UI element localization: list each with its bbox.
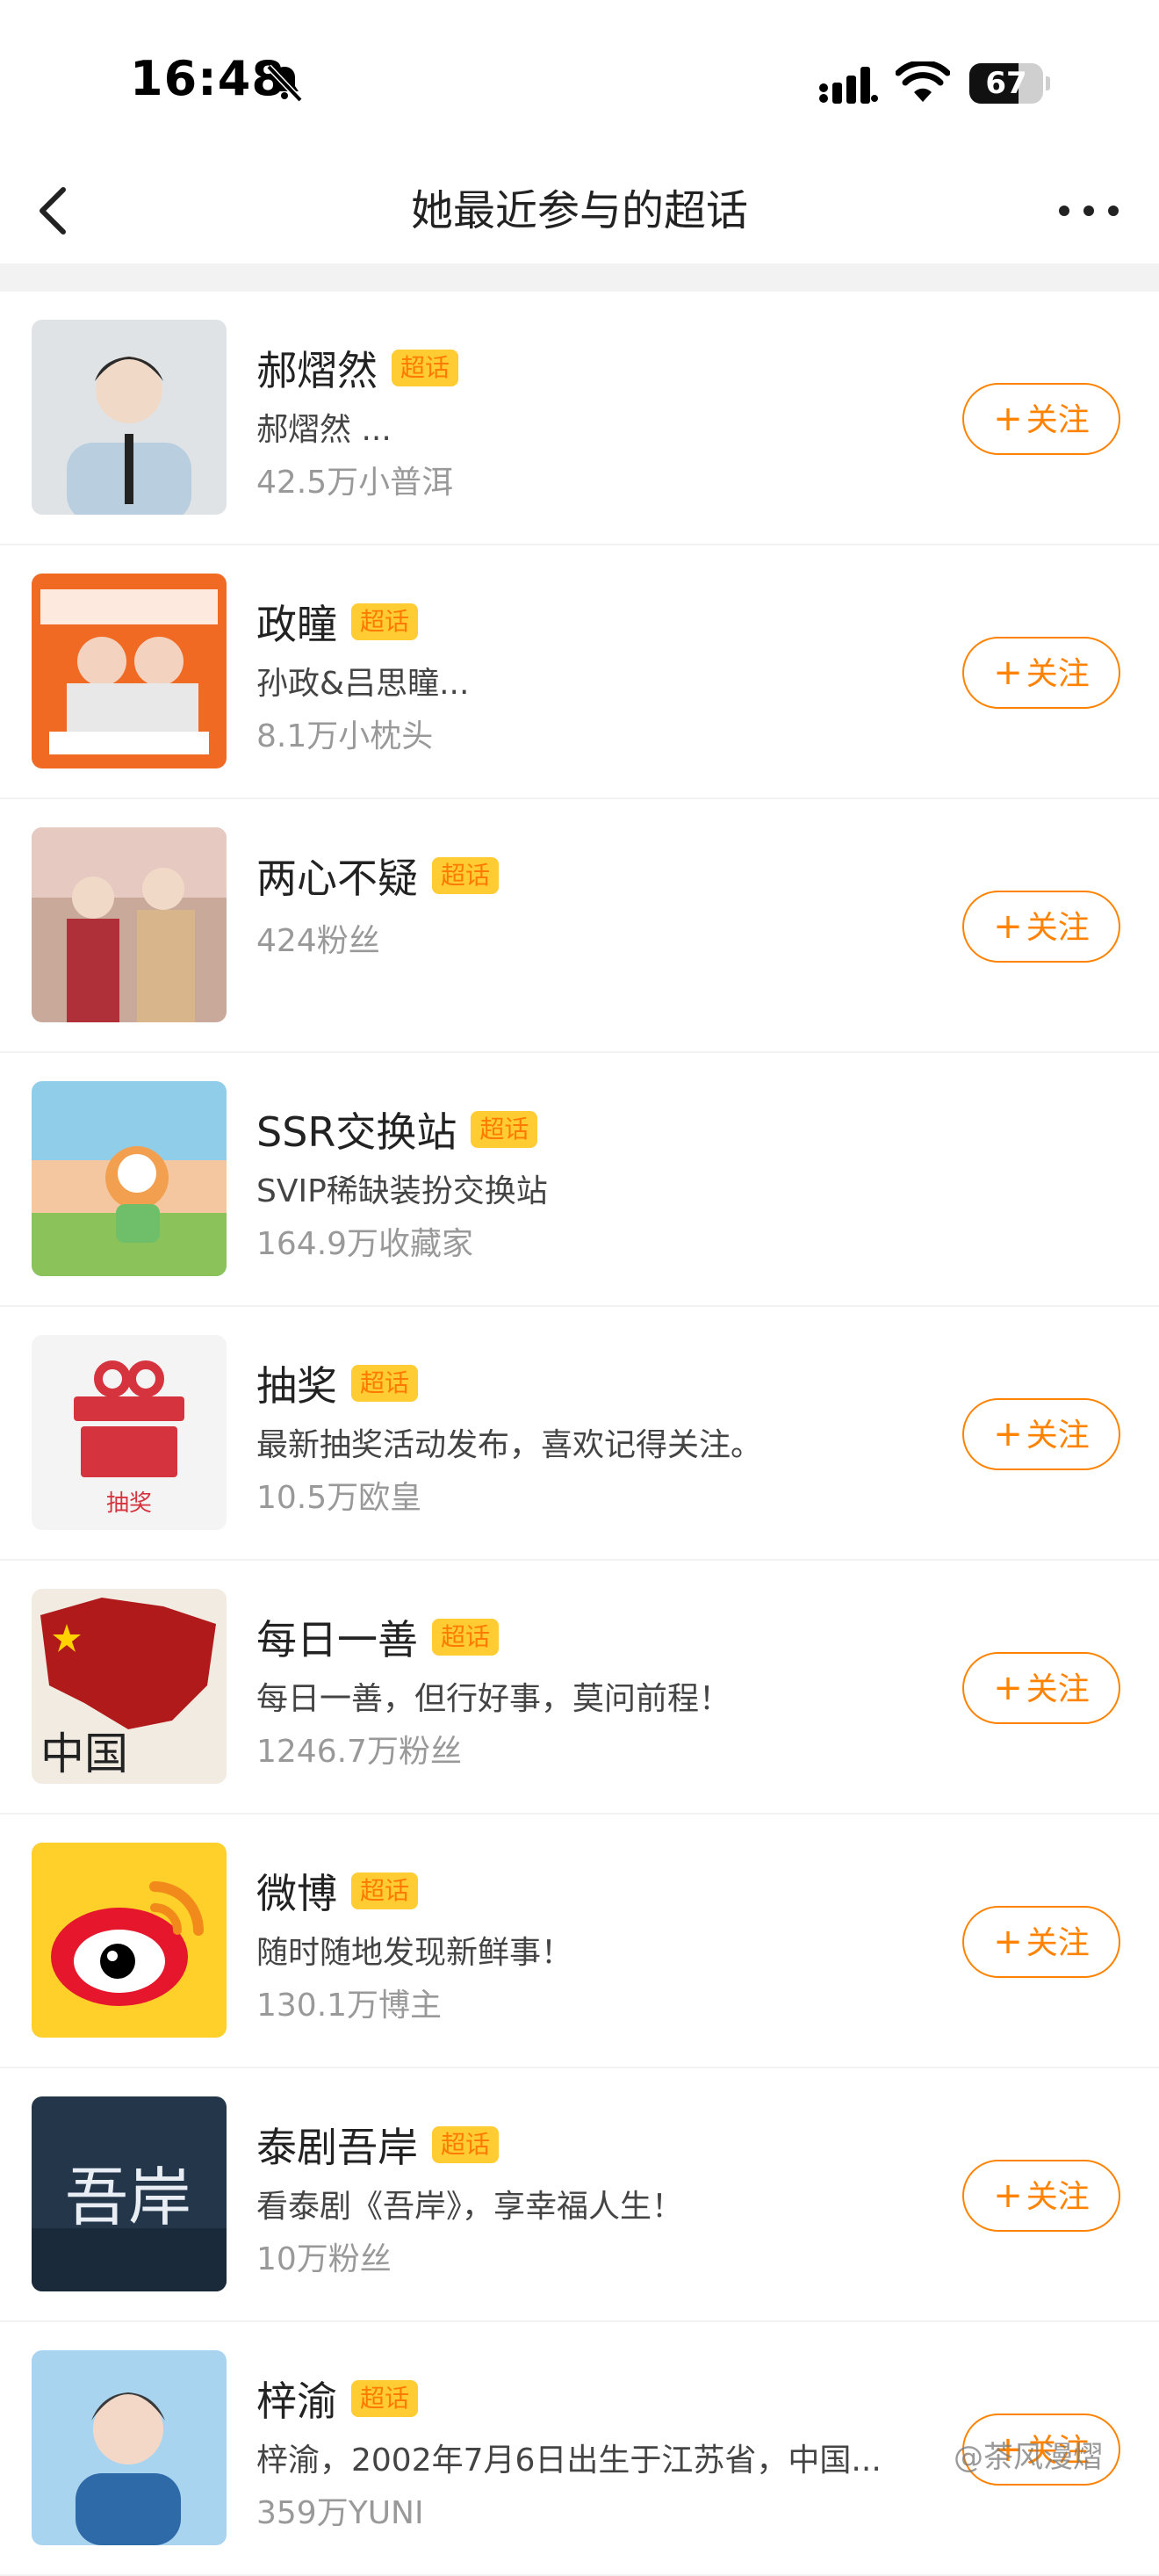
- super-topic-badge: 超话: [432, 2126, 500, 2163]
- super-topic-badge: 超话: [392, 350, 459, 386]
- topic-avatar: 抽奖: [32, 1335, 227, 1530]
- topic-name: 郝熠然: [256, 347, 378, 394]
- topic-desc: 看泰剧《吾岸》，享幸福人生！: [256, 2189, 684, 2225]
- page-title: 她最近参与的超话: [410, 186, 748, 235]
- svg-text:抽奖: 抽奖: [106, 1490, 152, 1517]
- topic-avatar: [32, 2350, 227, 2545]
- list-item[interactable]: 微博 超话 随时随地发现新鲜事！ 130.1万博主 + 关注: [0, 1815, 1159, 2068]
- topic-fans: 10万粉丝: [256, 2241, 392, 2277]
- topic-fans: 42.5万小普洱: [256, 465, 454, 501]
- topic-name: 每日一善: [256, 1616, 418, 1663]
- topic-fans: 1246.7万粉丝: [256, 1734, 462, 1770]
- topic-name: 政瞳: [256, 601, 337, 648]
- list-item[interactable]: 政瞳 超话 孙政&吕思瞳... 8.1万小枕头 + 关注: [0, 545, 1159, 799]
- battery-level: 67: [985, 66, 1027, 101]
- battery-icon: 67: [969, 63, 1050, 104]
- topic-avatar: [32, 827, 227, 1022]
- bell-slash-icon: [266, 64, 303, 103]
- topic-name: 两心不疑: [256, 855, 418, 902]
- status-time: 16:48: [130, 51, 285, 106]
- section-divider: [0, 263, 1159, 292]
- more-horizontal-icon[interactable]: [1054, 193, 1124, 228]
- list-item[interactable]: 中国 每日一善 超话 每日一善，但行好事，莫问前程！ 1246.7万粉丝 + 关注: [0, 1561, 1159, 1815]
- topic-desc: 孙政&吕思瞳...: [256, 666, 470, 702]
- topic-fans: 10.5万欧皇: [256, 1480, 422, 1516]
- topic-desc: 每日一善，但行好事，莫问前程！: [256, 1681, 731, 1717]
- super-topic-badge: 超话: [351, 1872, 419, 1909]
- list-item[interactable]: 吾岸 泰剧吾岸 超话 看泰剧《吾岸》，享幸福人生！ 10万粉丝 + 关注: [0, 2068, 1159, 2322]
- svg-text:吾岸: 吾岸: [65, 2161, 191, 2234]
- list-item[interactable]: SSR交换站 超话 SVIP稀缺装扮交换站 164.9万收藏家: [0, 1053, 1159, 1307]
- topic-name: 抽奖: [256, 1362, 337, 1410]
- topic-avatar: [32, 1081, 227, 1276]
- topic-list: 郝熠然 超话 郝熠然 ... 42.5万小普洱 + 关注 政瞳 超话 孙政&吕思瞳..…: [0, 292, 1159, 2576]
- cellular-signal-icon: [819, 67, 878, 104]
- status-bar: 16:48 67: [0, 0, 1159, 158]
- topic-fans: 8.1万小枕头: [256, 718, 434, 754]
- watermark: @茶风漫熠: [954, 2440, 1103, 2475]
- topic-desc: 最新抽奖活动发布，喜欢记得关注。: [256, 1427, 763, 1463]
- topic-avatar: [32, 1843, 227, 2038]
- follow-button[interactable]: + 关注: [962, 1906, 1120, 1978]
- topic-desc: 随时随地发现新鲜事！: [256, 1935, 573, 1971]
- topic-name: 泰剧吾岸: [256, 2124, 418, 2171]
- super-topic-badge: 超话: [432, 857, 500, 894]
- list-item[interactable]: 两心不疑 超话 424粉丝 + 关注: [0, 799, 1159, 1053]
- super-topic-badge: 超话: [432, 1619, 500, 1656]
- chevron-left-icon[interactable]: [25, 179, 88, 242]
- wifi-icon: [896, 61, 950, 102]
- follow-button[interactable]: + 关注: [962, 2160, 1120, 2232]
- topic-desc: 梓渝，2002年7月6日出生于江苏省，中国...: [256, 2443, 882, 2479]
- follow-button[interactable]: + 关注: [962, 383, 1120, 455]
- topic-avatar: [32, 574, 227, 768]
- topic-avatar: 吾岸: [32, 2096, 227, 2291]
- topic-desc: 郝熠然 ...: [256, 412, 392, 448]
- nav-bar: 她最近参与的超话: [0, 158, 1159, 263]
- list-item[interactable]: 抽奖 抽奖 超话 最新抽奖活动发布，喜欢记得关注。 10.5万欧皇 + 关注: [0, 1307, 1159, 1561]
- topic-name: 微博: [256, 1870, 337, 1917]
- topic-name: SSR交换站: [256, 1108, 457, 1156]
- topic-name: 梓渝: [256, 2378, 337, 2425]
- topic-avatar: [32, 320, 227, 515]
- super-topic-badge: 超话: [351, 2380, 419, 2417]
- follow-button[interactable]: + 关注: [962, 1398, 1120, 1470]
- topic-desc: SVIP稀缺装扮交换站: [256, 1173, 548, 1209]
- follow-button[interactable]: + 关注: [962, 1652, 1120, 1724]
- follow-button[interactable]: + 关注: [962, 637, 1120, 709]
- topic-avatar: 中国: [32, 1589, 227, 1784]
- topic-fans: 164.9万收藏家: [256, 1226, 474, 1262]
- svg-text:中国: 中国: [40, 1728, 128, 1779]
- list-item[interactable]: 郝熠然 超话 郝熠然 ... 42.5万小普洱 + 关注: [0, 292, 1159, 545]
- topic-fans: 424粉丝: [256, 923, 380, 959]
- super-topic-badge: 超话: [351, 1365, 419, 1402]
- topic-fans: 130.1万博主: [256, 1988, 443, 2024]
- follow-button[interactable]: + 关注: [962, 891, 1120, 963]
- super-topic-badge: 超话: [351, 603, 419, 640]
- topic-fans: 359万YUNI: [256, 2495, 424, 2531]
- super-topic-badge: 超话: [471, 1111, 538, 1148]
